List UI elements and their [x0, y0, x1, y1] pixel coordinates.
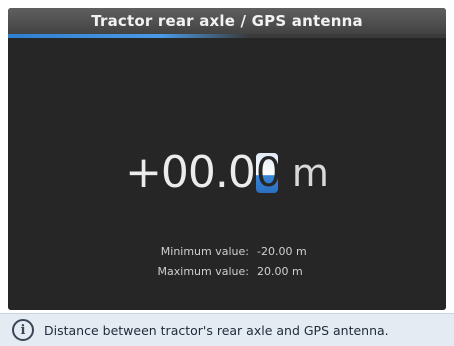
min-value-row: Minimum value: -20.00 m	[8, 242, 446, 262]
selected-digit-cursor[interactable]: 0	[255, 153, 278, 193]
min-value: -20.00 m	[257, 245, 307, 258]
value-editor: +00.0 0 m Minimum value: -20.00 m Maximum …	[8, 38, 446, 310]
min-value-label: Minimum value:	[160, 245, 249, 258]
info-icon: i	[12, 319, 34, 341]
limits-panel: Minimum value: -20.00 m Maximum value: 2…	[8, 242, 446, 282]
dialog-frame: Tractor rear axle / GPS antenna +00.0 0 m …	[8, 8, 446, 310]
title-bar: Tractor rear axle / GPS antenna	[8, 8, 446, 38]
value-unit: m	[291, 151, 329, 195]
max-value-label: Maximum value:	[157, 265, 249, 278]
value-digits[interactable]: +00.0	[125, 148, 256, 198]
value-row: +00.0 0 m	[8, 143, 446, 203]
info-text: Distance between tractor's rear axle and…	[44, 322, 389, 338]
dialog-title: Tractor rear axle / GPS antenna	[91, 12, 363, 30]
info-bar: i Distance between tractor's rear axle a…	[0, 313, 454, 346]
max-value: 20.00 m	[257, 265, 303, 278]
max-value-row: Maximum value: 20.00 m	[8, 262, 446, 282]
